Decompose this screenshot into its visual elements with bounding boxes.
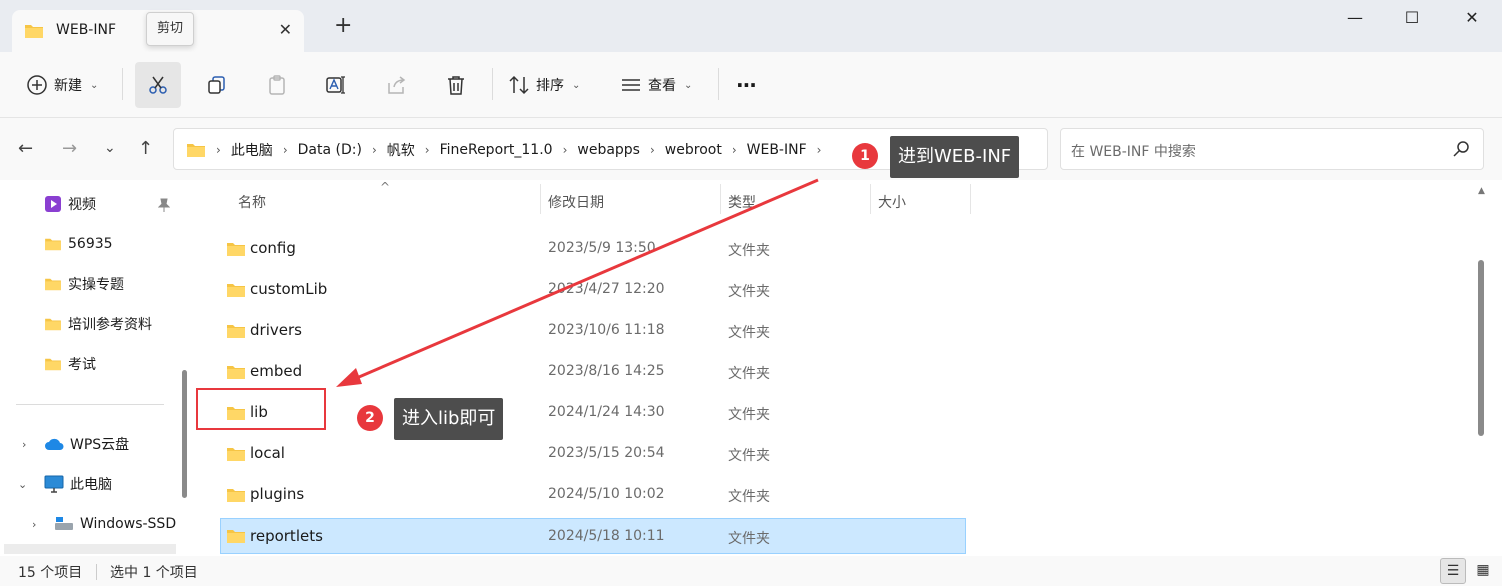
status-bar: 15 个项目 选中 1 个项目 ☰ ▦	[0, 556, 1502, 586]
selection-count: 选中 1 个项目	[110, 565, 198, 581]
annotation-arrow	[336, 178, 819, 387]
step2-callout: 进入lib即可	[394, 398, 504, 440]
item-count: 15 个项目	[18, 565, 83, 581]
tiles-view-icon[interactable]: ▦	[1470, 558, 1496, 584]
step2-badge: 2	[357, 405, 383, 431]
details-view-icon[interactable]: ☰	[1440, 558, 1466, 584]
